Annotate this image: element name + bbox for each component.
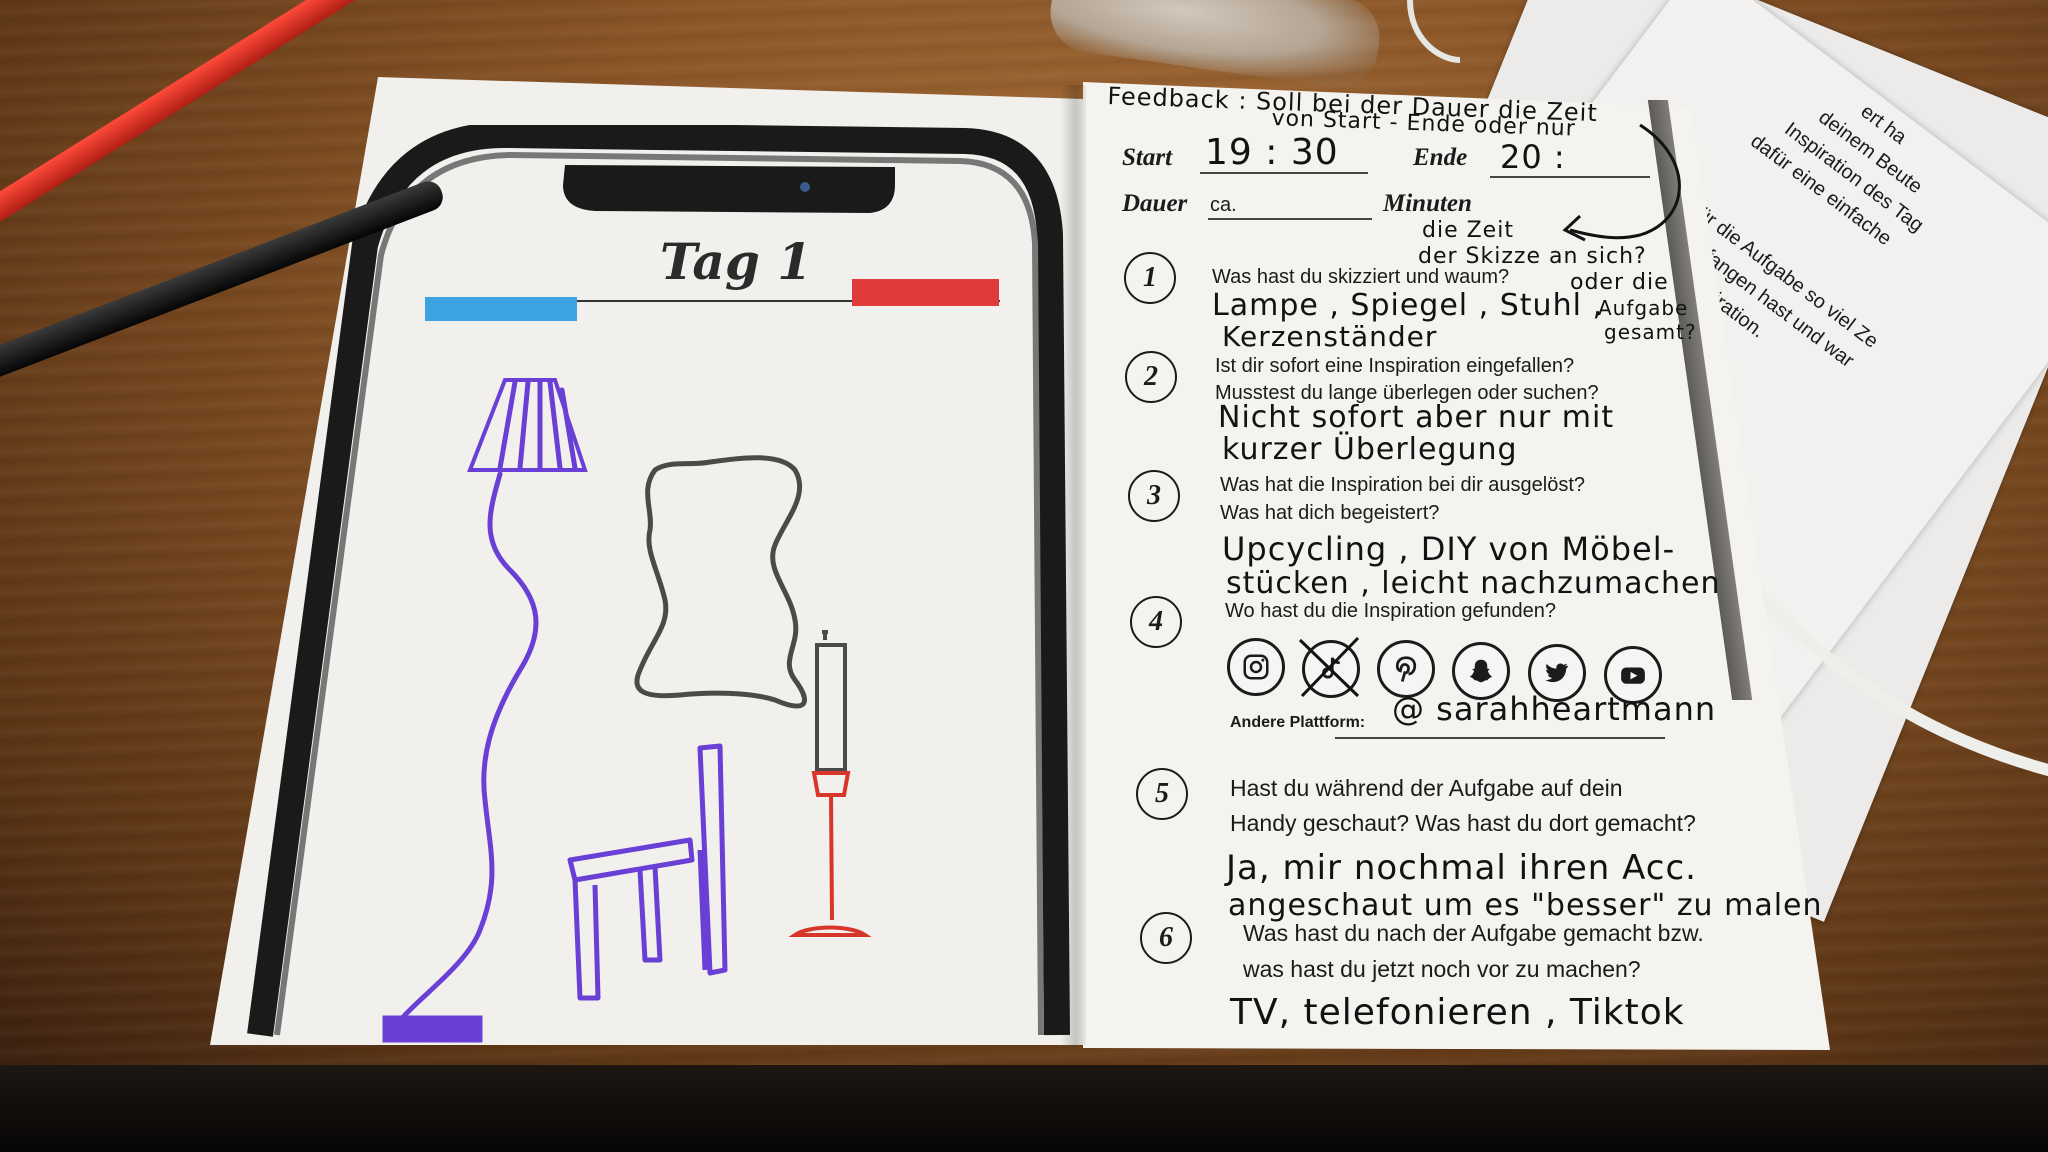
instagram-icon <box>1227 638 1285 696</box>
answer-3-line1: Upcycling , DIY von Möbel- <box>1222 530 1676 568</box>
crossed-out-mark <box>1298 636 1360 698</box>
answer-1-line2: Kerzenständer <box>1222 320 1438 353</box>
question-2-text-line1: Ist dir sofort eine Inspiration eingefal… <box>1215 355 1575 377</box>
question-5-text-line1: Hast du während der Aufgabe auf dein <box>1230 775 1623 801</box>
start-label: Start <box>1122 144 1173 171</box>
sketch-drawings <box>382 378 872 1043</box>
feedback-note-line3: die Zeit <box>1422 218 1514 243</box>
photo-scene: ert ha deinem Beute Inspiration des Tag … <box>0 0 2048 1152</box>
answer-2-line2: kurzer Überlegung <box>1222 432 1518 467</box>
duration-prefix: ca. <box>1210 194 1237 216</box>
start-line <box>1200 172 1368 174</box>
candle-holder-drawing <box>788 630 872 937</box>
answer-5-line2: angeschaut um es "besser" zu malen <box>1228 888 1823 923</box>
answer-2-line1: Nicht sofort aber nur mit <box>1218 400 1615 435</box>
question-6-text-line1: Was hast du nach der Aufgabe gemacht bzw… <box>1243 920 1704 946</box>
question-5-text-line2: Handy geschaut? Was hast du dort gemacht… <box>1230 810 1696 836</box>
red-progress-bar <box>852 279 999 306</box>
start-value: 19 : 30 <box>1205 132 1339 173</box>
end-label: Ende <box>1413 144 1468 171</box>
duration-unit: Minuten <box>1383 190 1472 217</box>
answer-5-line1: Ja, mir nochmal ihren Acc. <box>1226 848 1697 888</box>
question-6-number: 6 <box>1140 912 1192 964</box>
question-1-number: 1 <box>1124 252 1176 304</box>
question-2-number: 2 <box>1125 351 1177 403</box>
duration-line <box>1208 218 1372 220</box>
floor-lamp-drawing <box>382 378 588 1043</box>
feedback-note-line7: gesamt? <box>1604 320 1697 344</box>
other-platform-value: @ sarahheartmann <box>1392 690 1717 728</box>
feedback-note-line6: Aufgabe <box>1598 296 1689 320</box>
day-title: Tag 1 <box>660 232 812 291</box>
question-4-number: 4 <box>1130 596 1182 648</box>
duration-label: Dauer <box>1122 190 1188 217</box>
answer-3-line2: stücken , leicht nachzumachen <box>1226 566 1721 601</box>
question-4-text: Wo hast du die Inspiration gefunden? <box>1225 600 1556 622</box>
question-5-number: 5 <box>1136 768 1188 820</box>
feedback-arrow <box>1562 123 1681 242</box>
question-3-number: 3 <box>1128 470 1180 522</box>
blue-progress-bar <box>425 297 577 321</box>
mirror-drawing <box>634 455 807 709</box>
answer-6-line1: TV, telefonieren , Tiktok <box>1230 992 1685 1033</box>
question-1-text: Was hast du skizziert und waum? <box>1212 266 1510 288</box>
other-platform-label: Andere Plattform: <box>1230 714 1366 731</box>
chair-drawing <box>567 743 728 1001</box>
answer-1-line1: Lampe , Spiegel , Stuhl , <box>1212 288 1603 323</box>
other-platform-line <box>1335 737 1665 739</box>
question-3-text-line2: Was hat dich begeistert? <box>1220 502 1440 524</box>
question-6-text-line2: was hast du jetzt noch vor zu machen? <box>1243 956 1641 982</box>
question-3-text-line1: Was hat die Inspiration bei dir ausgelös… <box>1220 474 1586 496</box>
